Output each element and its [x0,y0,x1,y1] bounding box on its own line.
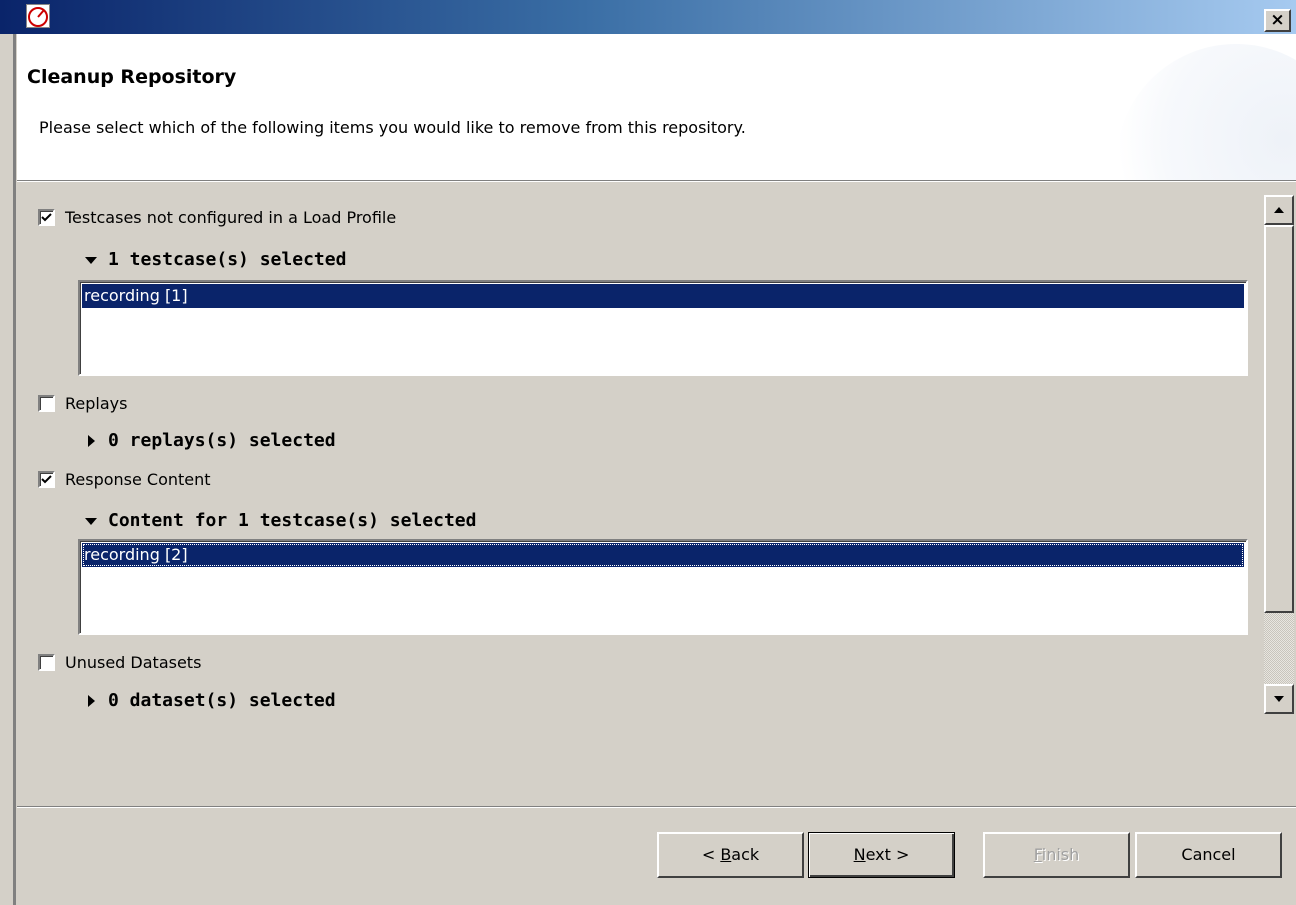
next-button-mnemonic: N [853,845,866,864]
finish-button[interactable]: Finish [983,832,1130,878]
checkmark-icon [41,213,52,222]
chevron-right-icon [88,434,95,447]
replays-summary: 0 replays(s) selected [108,430,336,451]
footer-divider-highlight [17,807,1296,808]
replays-checkbox[interactable] [38,395,55,412]
wizard-header: Cleanup Repository Please select which o… [17,34,1296,181]
response-content-label: Response Content [65,470,211,489]
header-divider-highlight [17,181,1296,182]
testcases-list[interactable]: recording [1] [78,280,1248,376]
title-bar: × [0,0,1296,34]
window-frame-edge [13,34,16,905]
cancel-button[interactable]: Cancel [1135,832,1282,878]
replays-label: Replays [65,394,128,413]
finish-button-label: inish [1041,845,1080,864]
unused-datasets-label: Unused Datasets [65,653,202,672]
testcases-option[interactable]: Testcases not configured in a Load Profi… [38,208,396,227]
header-decoration [1116,44,1296,181]
unused-datasets-summary: 0 dataset(s) selected [108,690,336,711]
chevron-down-icon [85,256,97,264]
gauge-app-icon [26,4,50,28]
arrow-up-icon [1274,207,1284,213]
scroll-up-button[interactable] [1264,195,1294,225]
response-content-checkbox[interactable] [38,471,55,488]
unused-datasets-checkbox[interactable] [38,654,55,671]
unused-datasets-option[interactable]: Unused Datasets [38,653,201,672]
scrollbar-thumb[interactable] [1264,225,1294,613]
arrow-down-icon [1274,696,1284,702]
back-button[interactable]: < Back [657,832,804,878]
close-button[interactable]: × [1264,9,1291,32]
next-button[interactable]: Next > [808,832,955,878]
testcases-label: Testcases not configured in a Load Profi… [65,208,397,227]
testcases-summary: 1 testcase(s) selected [108,249,347,270]
back-button-mnemonic: B [720,845,732,864]
finish-button-mnemonic: F [1033,845,1042,864]
chevron-right-icon [88,694,95,707]
page-description: Please select which of the following ite… [39,118,746,137]
testcases-section-toggle[interactable]: 1 testcase(s) selected [84,249,346,270]
response-content-list[interactable]: recording [2] [78,539,1248,635]
response-content-summary: Content for 1 testcase(s) selected [108,510,477,531]
response-content-option[interactable]: Response Content [38,470,211,489]
list-item[interactable]: recording [1] [82,284,1244,308]
testcases-checkbox[interactable] [38,209,55,226]
page-title: Cleanup Repository [27,66,237,88]
list-item[interactable]: recording [2] [82,543,1244,567]
back-button-label: ack [731,845,760,864]
replays-section-toggle[interactable]: 0 replays(s) selected [84,430,336,451]
response-content-section-toggle[interactable]: Content for 1 testcase(s) selected [84,510,476,531]
replays-option[interactable]: Replays [38,394,127,413]
next-button-label: ext > [865,845,910,864]
chevron-down-icon [85,517,97,525]
back-button-prefix: < [701,845,721,864]
unused-datasets-section-toggle[interactable]: 0 dataset(s) selected [84,690,336,711]
cancel-button-label: Cancel [1181,845,1236,864]
vertical-scrollbar[interactable] [1264,195,1294,714]
scroll-down-button[interactable] [1264,684,1294,714]
checkmark-icon [41,475,52,484]
